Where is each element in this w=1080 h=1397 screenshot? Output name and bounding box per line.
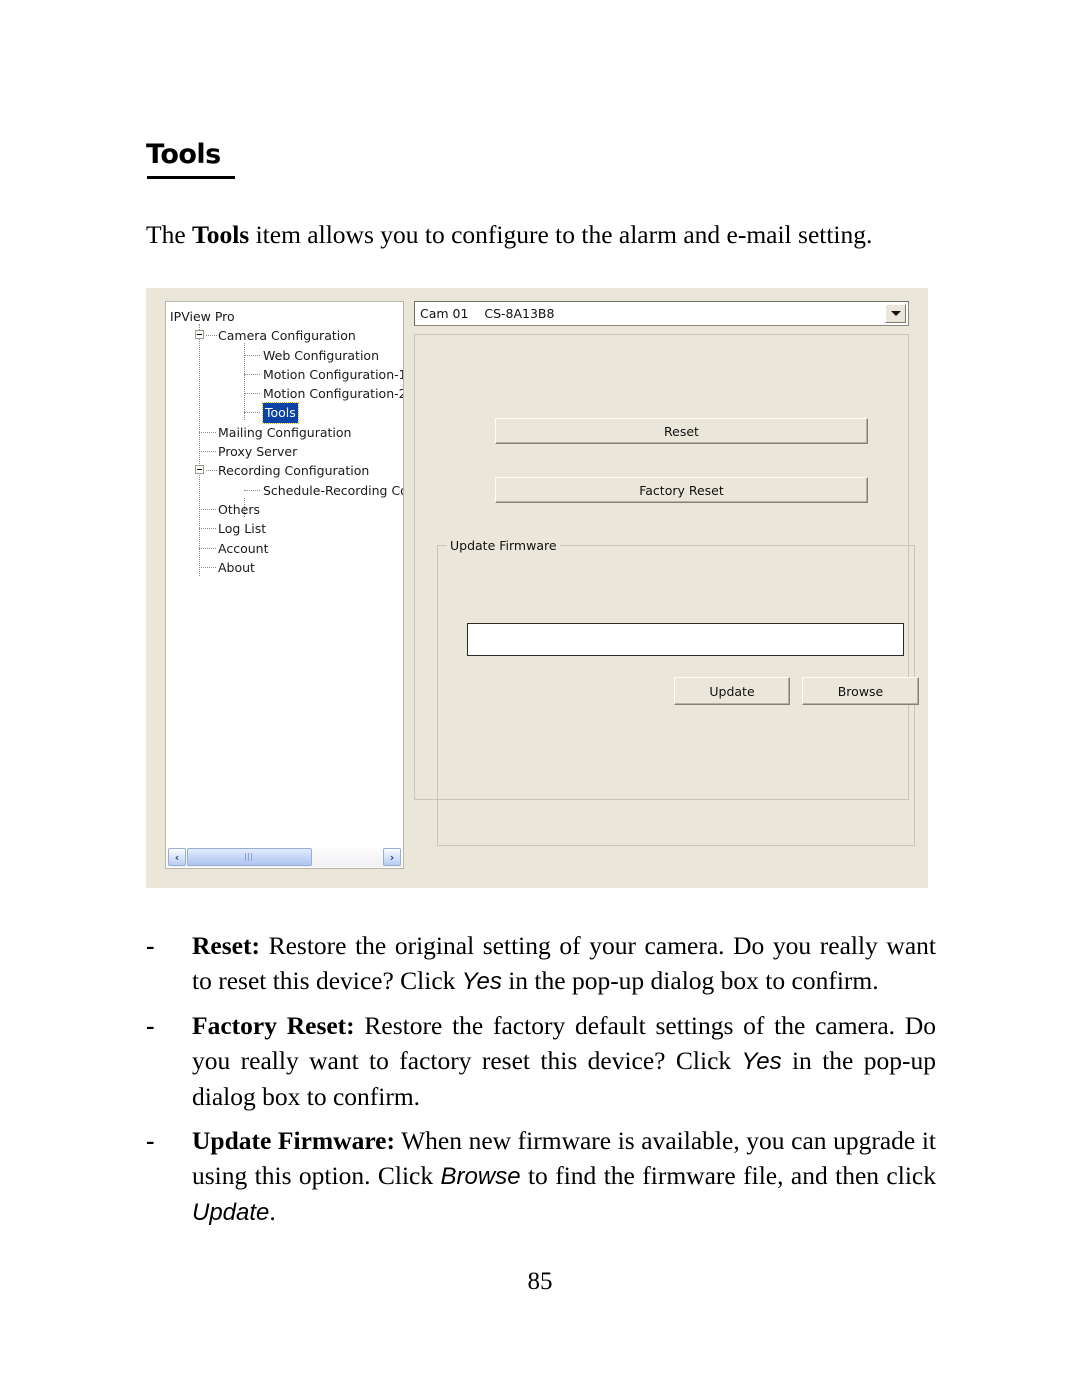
intro-prefix: The xyxy=(146,219,193,249)
tree-item-account[interactable]: Account xyxy=(170,538,403,557)
bullet-term: Reset: xyxy=(192,931,260,960)
bullet-emphasis: Yes xyxy=(741,1048,782,1075)
list-item: - Update Firmware: When new firmware is a… xyxy=(146,1123,936,1230)
navigation-tree[interactable]: IPView Pro Camera Configuration Web Conf… xyxy=(170,306,404,576)
scrollbar-thumb[interactable] xyxy=(187,848,312,866)
tree-item-label: Account xyxy=(218,540,269,556)
tree-connector-horizontal xyxy=(199,508,216,511)
list-item: - Reset: Restore the original setting of … xyxy=(146,928,936,999)
tree-item-motion-configuration-2[interactable]: Motion Configuration-2 xyxy=(170,383,404,402)
settings-pane: Cam 01 CS-8A13B8 Reset Factory Reset Upd… xyxy=(414,301,919,869)
tree-expander-minus-icon[interactable] xyxy=(195,465,204,475)
ipview-pro-screenshot: IPView Pro Camera Configuration Web Conf… xyxy=(146,288,928,888)
bullet-text-after: to find the firmware file, and then clic… xyxy=(520,1161,936,1190)
camera-select-value: Cam 01 CS-8A13B8 xyxy=(420,306,555,321)
tree-item-label: About xyxy=(218,559,255,575)
tree-item-others[interactable]: Others xyxy=(170,499,403,518)
tree-item-recording-configuration[interactable]: Recording Configuration xyxy=(170,460,403,479)
update-button[interactable]: Update xyxy=(674,677,790,705)
navigation-tree-panel[interactable]: IPView Pro Camera Configuration Web Conf… xyxy=(165,301,404,869)
tree-item-about[interactable]: About xyxy=(170,557,403,576)
tree-item-label: Others xyxy=(218,501,261,517)
tree-connector-horizontal xyxy=(244,373,260,376)
tree-expander-minus-icon[interactable] xyxy=(195,330,204,340)
tree-item-web-configuration[interactable]: Web Configuration xyxy=(170,345,403,364)
scroll-left-arrow-icon[interactable]: ‹ xyxy=(168,848,186,866)
tree-connector-horizontal xyxy=(244,393,260,395)
tree-item-schedule-recording-configuration[interactable]: Schedule-Recording Con xyxy=(170,480,404,499)
tree-connector-horizontal xyxy=(244,489,260,492)
bullet-text-end: . xyxy=(269,1197,276,1226)
bullet-term: Factory Reset: xyxy=(192,1011,355,1040)
tree-item-motion-configuration-1[interactable]: Motion Configuration-1 xyxy=(170,364,404,383)
scroll-right-arrow-icon[interactable]: › xyxy=(383,848,401,866)
camera-select-combobox[interactable]: Cam 01 CS-8A13B8 xyxy=(414,301,909,326)
chevron-down-icon[interactable] xyxy=(885,304,906,323)
tree-horizontal-scrollbar[interactable]: ‹ › xyxy=(167,847,402,867)
tree-item-label: Schedule-Recording Con xyxy=(263,482,404,498)
tree-item-label: Camera Configuration xyxy=(218,328,356,344)
firmware-file-path-input[interactable] xyxy=(467,623,904,656)
bullet-term: Update Firmware: xyxy=(192,1126,395,1155)
bullet-dash: - xyxy=(146,1011,155,1040)
tree-item-label: Motion Configuration-2 xyxy=(263,386,404,402)
tree-connector-horizontal xyxy=(199,566,216,569)
description-bullet-list: - Reset: Restore the original setting of … xyxy=(146,928,936,1239)
tree-item-label: Log List xyxy=(218,521,267,537)
update-firmware-groupbox: Update Firmware Update Browse xyxy=(437,538,919,846)
bullet-dash: - xyxy=(146,931,155,960)
list-item: - Factory Reset: Restore the factory defa… xyxy=(146,1008,936,1114)
tree-connector-horizontal xyxy=(199,528,216,530)
tree-item-label: Web Configuration xyxy=(263,347,379,363)
tree-item-mailing-configuration[interactable]: Mailing Configuration xyxy=(170,422,403,441)
bullet-dash: - xyxy=(146,1126,155,1155)
heading-underline xyxy=(147,176,235,179)
intro-bold-term: Tools xyxy=(192,219,250,249)
page-title: Tools xyxy=(146,139,221,170)
tree-item-camera-configuration[interactable]: Camera Configuration xyxy=(170,325,403,344)
tree-item-label-selected: Tools xyxy=(262,402,299,424)
browse-button[interactable]: Browse xyxy=(802,677,919,705)
tree-item-label: Recording Configuration xyxy=(218,463,370,479)
tree-item-label: Mailing Configuration xyxy=(218,424,352,440)
tree-item-label: Proxy Server xyxy=(218,444,298,460)
update-firmware-legend: Update Firmware xyxy=(447,538,560,553)
scrollbar-grip-icon xyxy=(245,853,254,861)
intro-rest: item allows you to configure to the alar… xyxy=(249,219,873,249)
bullet-emphasis-2: Update xyxy=(192,1199,270,1226)
tree-item-log-list[interactable]: Log List xyxy=(170,518,403,537)
tree-item-proxy-server[interactable]: Proxy Server xyxy=(170,441,403,460)
bullet-text-after: in the pop-up dialog box to confirm. xyxy=(501,966,879,995)
tree-item-label: IPView Pro xyxy=(170,309,235,324)
scrollbar-track[interactable] xyxy=(187,848,382,866)
tree-item-tools[interactable]: Tools xyxy=(170,402,403,424)
tree-connector-horizontal xyxy=(199,451,216,453)
intro-paragraph: The Tools item allows you to configure t… xyxy=(146,217,935,253)
tree-connector-horizontal xyxy=(244,354,260,357)
bullet-emphasis: Yes xyxy=(461,968,502,995)
tree-connector-horizontal xyxy=(206,470,217,472)
tools-settings-group: Reset Factory Reset Update Firmware Upda… xyxy=(414,334,919,846)
tree-item-ipview-pro[interactable]: IPView Pro xyxy=(170,306,403,325)
tree-item-label: Motion Configuration-1 xyxy=(263,366,404,382)
bullet-emphasis: Browse xyxy=(440,1163,521,1190)
tree-connector-horizontal xyxy=(199,547,216,550)
tree-connector-horizontal xyxy=(244,412,260,414)
triangle-glyph xyxy=(890,311,901,316)
tree-connector-horizontal xyxy=(199,431,216,434)
tree-connector-horizontal xyxy=(206,335,217,337)
page-number: 85 xyxy=(527,1268,553,1295)
factory-reset-button[interactable]: Factory Reset xyxy=(495,477,868,503)
reset-button[interactable]: Reset xyxy=(495,418,868,444)
